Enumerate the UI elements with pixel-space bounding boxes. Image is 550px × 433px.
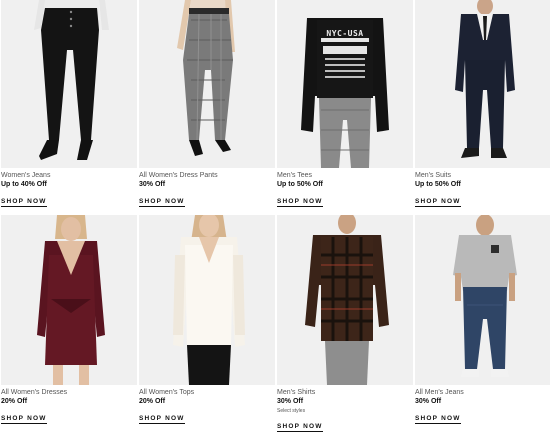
shop-now-link[interactable]: SHOP NOW: [415, 198, 461, 207]
product-offer: 30% Off: [277, 398, 304, 405]
product-offer: Up to 40% Off: [1, 181, 47, 188]
product-image[interactable]: [1, 0, 137, 168]
shop-now-link[interactable]: SHOP NOW: [1, 198, 47, 207]
product-image[interactable]: [1, 215, 137, 385]
product-card: NYC-USA Men's Tees Up to 50% Off SHOP NO…: [277, 0, 413, 208]
product-image[interactable]: NYC-USA: [277, 0, 413, 168]
product-category: Men's Suits: [415, 172, 451, 179]
shop-now-link[interactable]: SHOP NOW: [277, 423, 323, 432]
product-card: Men's Suits Up to 50% Off SHOP NOW: [415, 0, 550, 208]
product-card: All Women's Dress Pants 30% Off SHOP NOW: [139, 0, 275, 208]
product-category: All Women's Dresses: [1, 389, 68, 396]
mens-jeans-tee-photo: [453, 215, 517, 377]
burgundy-wrap-dress-photo: [37, 215, 105, 385]
product-note: Select styles: [277, 408, 306, 414]
product-offer: 20% Off: [1, 398, 28, 405]
product-category: Men's Shirts: [277, 389, 316, 396]
sweater-graphic-text: NYC-USA: [326, 29, 364, 38]
product-card: Women's Jeans Up to 40% Off SHOP NOW: [1, 0, 137, 208]
shop-now-link[interactable]: SHOP NOW: [277, 198, 323, 207]
navy-suit-photo: [455, 0, 515, 158]
product-image[interactable]: [415, 215, 550, 385]
white-lace-top-photo: [173, 215, 245, 385]
product-card: All Women's Tops 20% Off SHOP NOW: [139, 215, 275, 425]
product-offer: Up to 50% Off: [277, 181, 323, 188]
plaid-flannel-shirt-photo: [305, 215, 389, 385]
shop-now-link[interactable]: SHOP NOW: [415, 415, 461, 424]
shop-now-link[interactable]: SHOP NOW: [1, 415, 47, 424]
product-offer: 30% Off: [139, 181, 166, 188]
shop-now-link[interactable]: SHOP NOW: [139, 415, 185, 424]
black-skinny-jeans-photo: [34, 0, 109, 160]
product-offer: Up to 50% Off: [415, 181, 461, 188]
product-category: All Men's Jeans: [415, 389, 464, 396]
shop-now-link[interactable]: SHOP NOW: [139, 198, 185, 207]
product-category: Women's Jeans: [1, 172, 51, 179]
product-offer: 20% Off: [139, 398, 166, 405]
product-category: Men's Tees: [277, 172, 313, 179]
product-image[interactable]: [415, 0, 550, 168]
product-grid: Women's Jeans Up to 40% Off SHOP NOW All…: [0, 0, 550, 432]
product-card: All Women's Dresses 20% Off SHOP NOW: [1, 215, 137, 425]
product-image[interactable]: [277, 215, 413, 385]
graphic-sweater-photo: [301, 18, 389, 168]
product-category: All Women's Tops: [139, 389, 195, 396]
product-image[interactable]: [139, 0, 275, 168]
product-category: All Women's Dress Pants: [139, 172, 218, 179]
product-offer: 30% Off: [415, 398, 442, 405]
plaid-dress-pants-photo: [177, 0, 235, 156]
product-image[interactable]: [139, 215, 275, 385]
product-card: Men's Shirts 30% Off Select styles SHOP …: [277, 215, 413, 433]
product-card: All Men's Jeans 30% Off SHOP NOW: [415, 215, 550, 425]
